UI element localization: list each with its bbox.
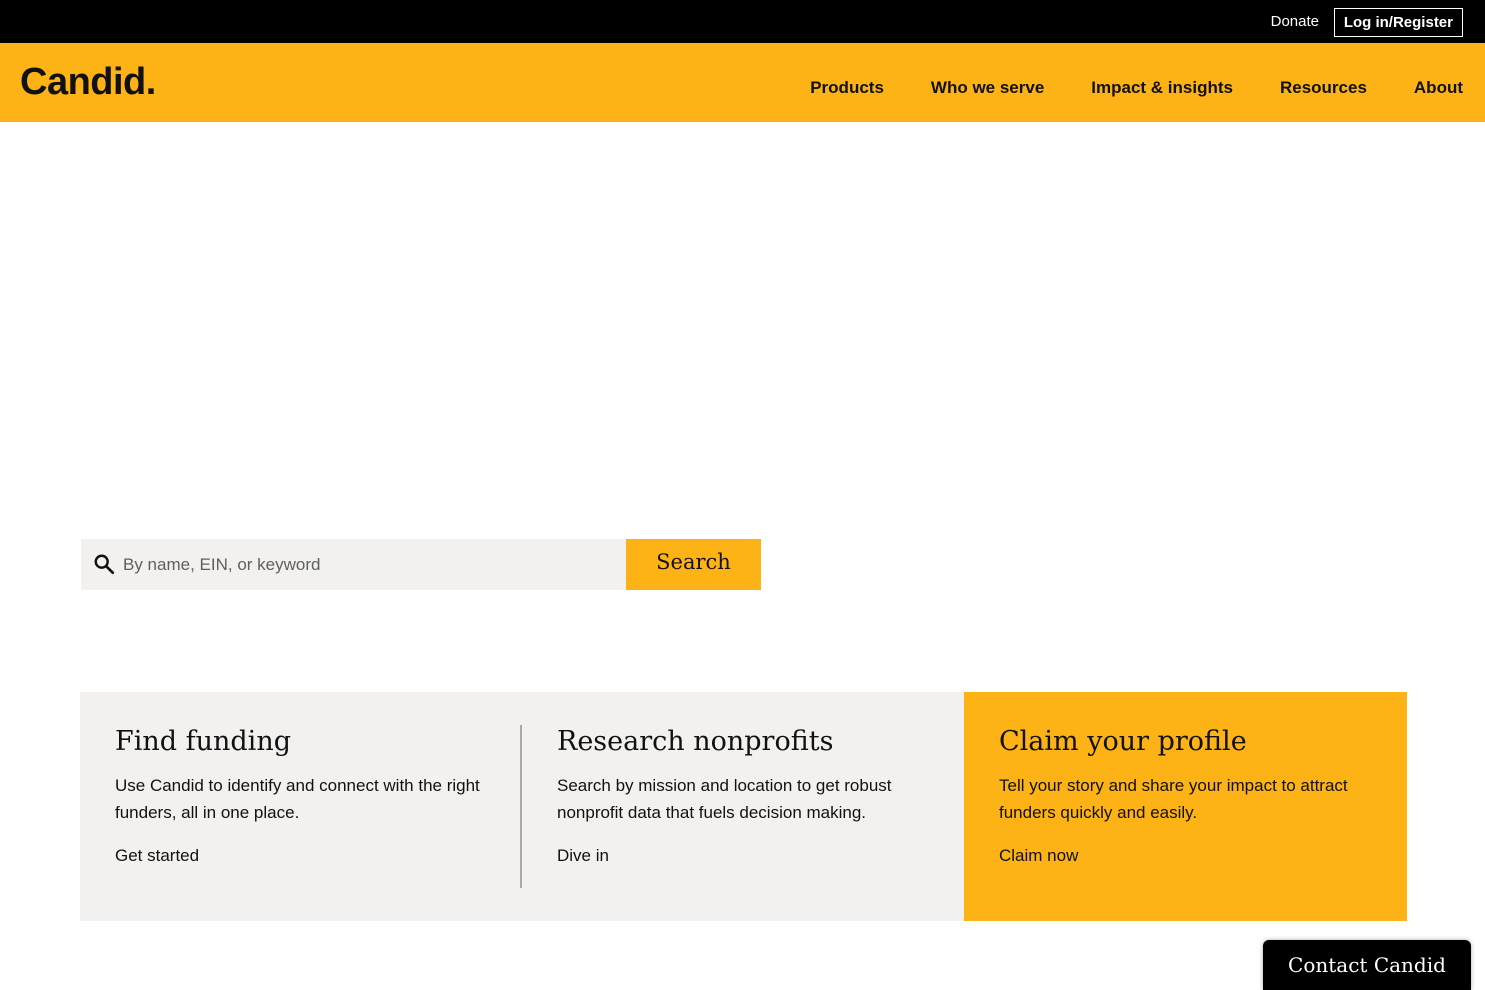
candid-logo[interactable]: Candid. bbox=[20, 61, 156, 104]
get-started-link[interactable]: Get started bbox=[115, 846, 199, 866]
search-button[interactable]: Search bbox=[626, 539, 761, 590]
claim-now-link[interactable]: Claim now bbox=[999, 846, 1078, 866]
utility-bar: Donate Log in/Register bbox=[0, 0, 1485, 43]
search-icon bbox=[94, 554, 115, 575]
nav-item-impact-insights[interactable]: Impact & insights bbox=[1091, 78, 1233, 98]
card-research-nonprofits: Research nonprofits Search by mission an… bbox=[522, 692, 964, 921]
card-title: Claim your profile bbox=[999, 726, 1247, 757]
login-register-button[interactable]: Log in/Register bbox=[1333, 8, 1463, 37]
dive-in-link[interactable]: Dive in bbox=[557, 846, 609, 866]
main-header: Candid. Products Who we serve Impact & i… bbox=[0, 43, 1485, 122]
card-title: Find funding bbox=[115, 726, 291, 757]
card-find-funding: Find funding Use Candid to identify and … bbox=[80, 692, 522, 921]
donate-link[interactable]: Donate bbox=[1271, 13, 1319, 30]
card-description: Use Candid to identify and connect with … bbox=[115, 776, 480, 822]
search-input[interactable] bbox=[123, 539, 618, 590]
nav-item-resources[interactable]: Resources bbox=[1280, 78, 1367, 98]
card-title: Research nonprofits bbox=[557, 726, 834, 757]
nav-item-who-we-serve[interactable]: Who we serve bbox=[931, 78, 1044, 98]
nav-item-about[interactable]: About bbox=[1414, 78, 1463, 98]
card-description: Search by mission and location to get ro… bbox=[557, 776, 892, 822]
contact-candid-button[interactable]: Contact Candid bbox=[1263, 940, 1471, 990]
nav-item-products[interactable]: Products bbox=[810, 78, 884, 98]
card-claim-profile: Claim your profile Tell your story and s… bbox=[964, 692, 1407, 921]
primary-nav: Products Who we serve Impact & insights … bbox=[810, 78, 1463, 98]
search-bar: Search bbox=[81, 539, 761, 590]
card-description: Tell your story and share your impact to… bbox=[999, 776, 1348, 822]
search-field-container bbox=[81, 539, 626, 590]
feature-cards: Find funding Use Candid to identify and … bbox=[80, 692, 1407, 921]
